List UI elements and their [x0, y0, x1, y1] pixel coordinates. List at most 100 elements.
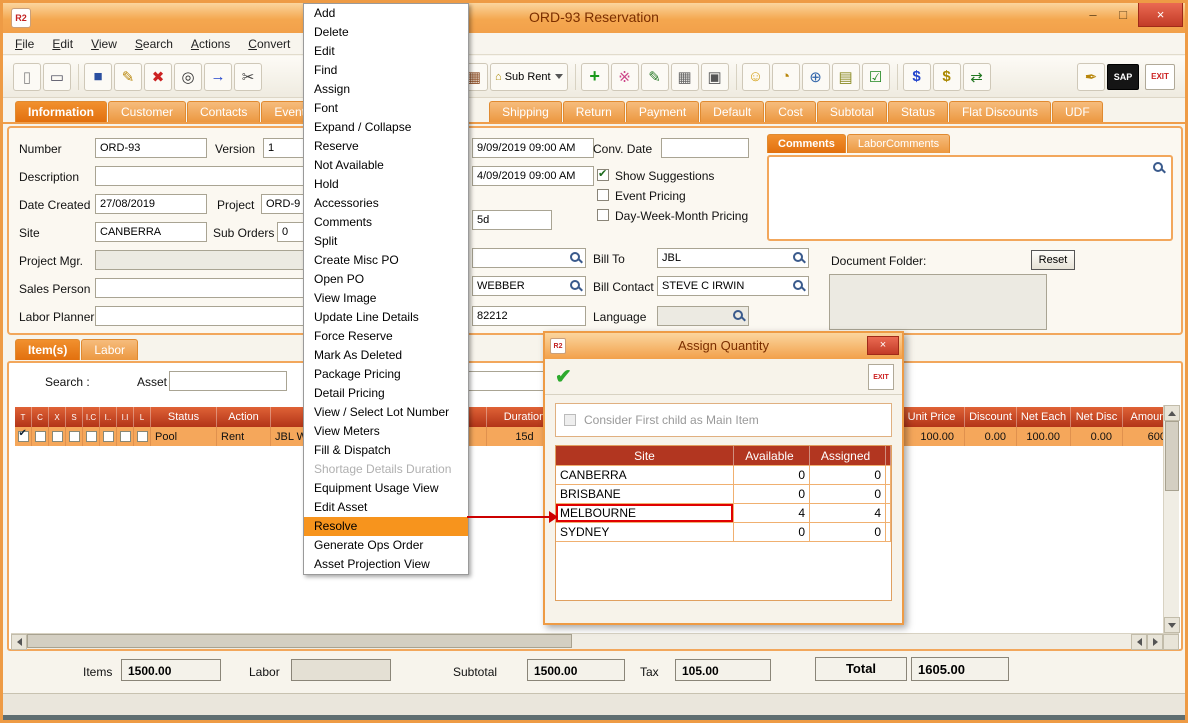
duration-field[interactable]: 5d [472, 210, 552, 230]
document-folder-box[interactable] [829, 274, 1047, 330]
menu-item-resolve[interactable]: Resolve [304, 517, 468, 536]
conv-date-field[interactable] [661, 138, 749, 158]
col-header-net-disc[interactable]: Net Disc [1071, 407, 1123, 427]
menu-item-not-available[interactable]: Not Available [304, 156, 468, 175]
smiley-icon[interactable]: ☺ [742, 63, 770, 91]
secondary-search-input[interactable] [465, 371, 545, 391]
dialog-close-button[interactable]: × [867, 336, 899, 355]
menu-item-reserve[interactable]: Reserve [304, 137, 468, 156]
print-icon[interactable]: ▭ [43, 63, 71, 91]
tab-information[interactable]: Information [15, 101, 107, 122]
export-icon[interactable]: → [204, 63, 232, 91]
menu-item-accessories[interactable]: Accessories [304, 194, 468, 213]
globe-icon[interactable]: ⊕ [802, 63, 830, 91]
maximize-button[interactable]: □ [1108, 3, 1138, 27]
site-row-melbourne[interactable]: MELBOURNE 4 4 [556, 504, 891, 523]
site-cell[interactable]: CANBERRA [556, 466, 734, 485]
assigned-cell[interactable]: 0 [810, 466, 886, 485]
menu-item-font[interactable]: Font [304, 99, 468, 118]
available-cell[interactable]: 0 [734, 466, 810, 485]
menu-item-hold[interactable]: Hold [304, 175, 468, 194]
exit-button[interactable]: EXIT [1145, 64, 1175, 90]
scroll-left-icon[interactable] [11, 634, 27, 650]
minimize-button[interactable]: – [1078, 3, 1108, 27]
tab-payment[interactable]: Payment [626, 101, 699, 122]
menu-item-expand-collapse[interactable]: Expand / Collapse [304, 118, 468, 137]
flag-checkbox-ic[interactable] [86, 431, 97, 442]
assigned-cell[interactable]: 0 [810, 485, 886, 504]
pen-tool-icon[interactable]: ✒ [1077, 63, 1105, 91]
pane-left-icon[interactable] [1131, 634, 1147, 650]
site-row-canberra[interactable]: CANBERRA 0 0 [556, 466, 891, 485]
site-row-brisbane[interactable]: BRISBANE 0 0 [556, 485, 891, 504]
horizontal-scroll-track[interactable] [572, 634, 1131, 649]
menu-item-create-misc-po[interactable]: Create Misc PO [304, 251, 468, 270]
col-header-status[interactable]: Status [151, 407, 217, 427]
menu-item-split[interactable]: Split [304, 232, 468, 251]
language-field[interactable] [657, 306, 749, 326]
out-date-field[interactable]: 9/09/2019 09:00 AM [472, 138, 594, 158]
menu-actions[interactable]: Actions [191, 37, 230, 51]
search-icon[interactable] [733, 310, 745, 322]
group-circles-icon[interactable]: ※ [611, 63, 639, 91]
flag-checkbox-t[interactable] [18, 431, 29, 442]
scroll-down-icon[interactable] [1164, 617, 1180, 633]
menu-item-generate-ops-order[interactable]: Generate Ops Order [304, 536, 468, 555]
ok-check-icon[interactable]: ✔ [555, 364, 572, 389]
menu-item-asset-projection-view[interactable]: Asset Projection View [304, 555, 468, 574]
menu-item-detail-pricing[interactable]: Detail Pricing [304, 384, 468, 403]
site-cell[interactable]: BRISBANE [556, 485, 734, 504]
flag-checkbox-i2[interactable] [103, 431, 114, 442]
date-created-field[interactable]: 27/08/2019 [95, 194, 207, 214]
pane-right-icon[interactable] [1147, 634, 1163, 650]
find-binoculars-icon[interactable]: ◎ [174, 63, 202, 91]
description-field[interactable] [95, 166, 313, 186]
menu-item-find[interactable]: Find [304, 61, 468, 80]
event-pricing-checkbox[interactable] [597, 189, 609, 201]
menu-item-edit-asset[interactable]: Edit Asset [304, 498, 468, 517]
site-field[interactable]: CANBERRA [95, 222, 207, 242]
menu-item-delete[interactable]: Delete [304, 23, 468, 42]
search-icon[interactable] [570, 280, 582, 292]
site-column-header[interactable]: Site [556, 446, 734, 466]
tab-return[interactable]: Return [563, 101, 625, 122]
tab-status[interactable]: Status [888, 101, 948, 122]
site-row-sydney[interactable]: SYDNEY 0 0 [556, 523, 891, 542]
flag-checkbox-ii[interactable] [120, 431, 131, 442]
dollar-icon[interactable]: $ [903, 63, 931, 91]
transfer-icon[interactable]: ⇄ [963, 63, 991, 91]
search-icon[interactable] [1153, 162, 1165, 174]
tab-customer[interactable]: Customer [108, 101, 186, 122]
vertical-scroll-track[interactable] [1164, 491, 1179, 617]
history-clock-icon[interactable]: ◔ [772, 63, 800, 91]
menu-file[interactable]: File [15, 37, 34, 51]
asset-search-input[interactable] [169, 371, 287, 391]
menu-item-fill-dispatch[interactable]: Fill & Dispatch [304, 441, 468, 460]
menu-edit[interactable]: Edit [52, 37, 73, 51]
tab-default[interactable]: Default [700, 101, 764, 122]
col-header-s[interactable]: S [66, 407, 83, 427]
new-document-icon[interactable]: ▯ [13, 63, 41, 91]
vertical-scroll-thumb[interactable] [1165, 421, 1179, 491]
menu-item-mark-as-deleted[interactable]: Mark As Deleted [304, 346, 468, 365]
menu-item-assign[interactable]: Assign [304, 80, 468, 99]
sap-button[interactable]: SAP [1107, 64, 1139, 90]
horizontal-scrollbar[interactable] [11, 633, 1179, 649]
delete-icon[interactable]: ✖ [144, 63, 172, 91]
available-column-header[interactable]: Available [734, 446, 810, 466]
menu-item-view-meters[interactable]: View Meters [304, 422, 468, 441]
menu-item-comments[interactable]: Comments [304, 213, 468, 232]
tab-udf[interactable]: UDF [1052, 101, 1103, 122]
chevron-down-icon[interactable] [555, 74, 563, 79]
reset-button[interactable]: Reset [1031, 250, 1075, 270]
flag-checkbox-c[interactable] [35, 431, 46, 442]
tab-subtotal[interactable]: Subtotal [817, 101, 887, 122]
menu-item-view-image[interactable]: View Image [304, 289, 468, 308]
copy-icon[interactable]: ▣ [701, 63, 729, 91]
menu-item-edit[interactable]: Edit [304, 42, 468, 61]
labor-planner-field[interactable] [95, 306, 319, 326]
col-header-action[interactable]: Action [217, 407, 271, 427]
menu-item-add[interactable]: Add [304, 4, 468, 23]
edit-note-icon[interactable]: ✎ [641, 63, 669, 91]
menu-item-equipment-usage-view[interactable]: Equipment Usage View [304, 479, 468, 498]
